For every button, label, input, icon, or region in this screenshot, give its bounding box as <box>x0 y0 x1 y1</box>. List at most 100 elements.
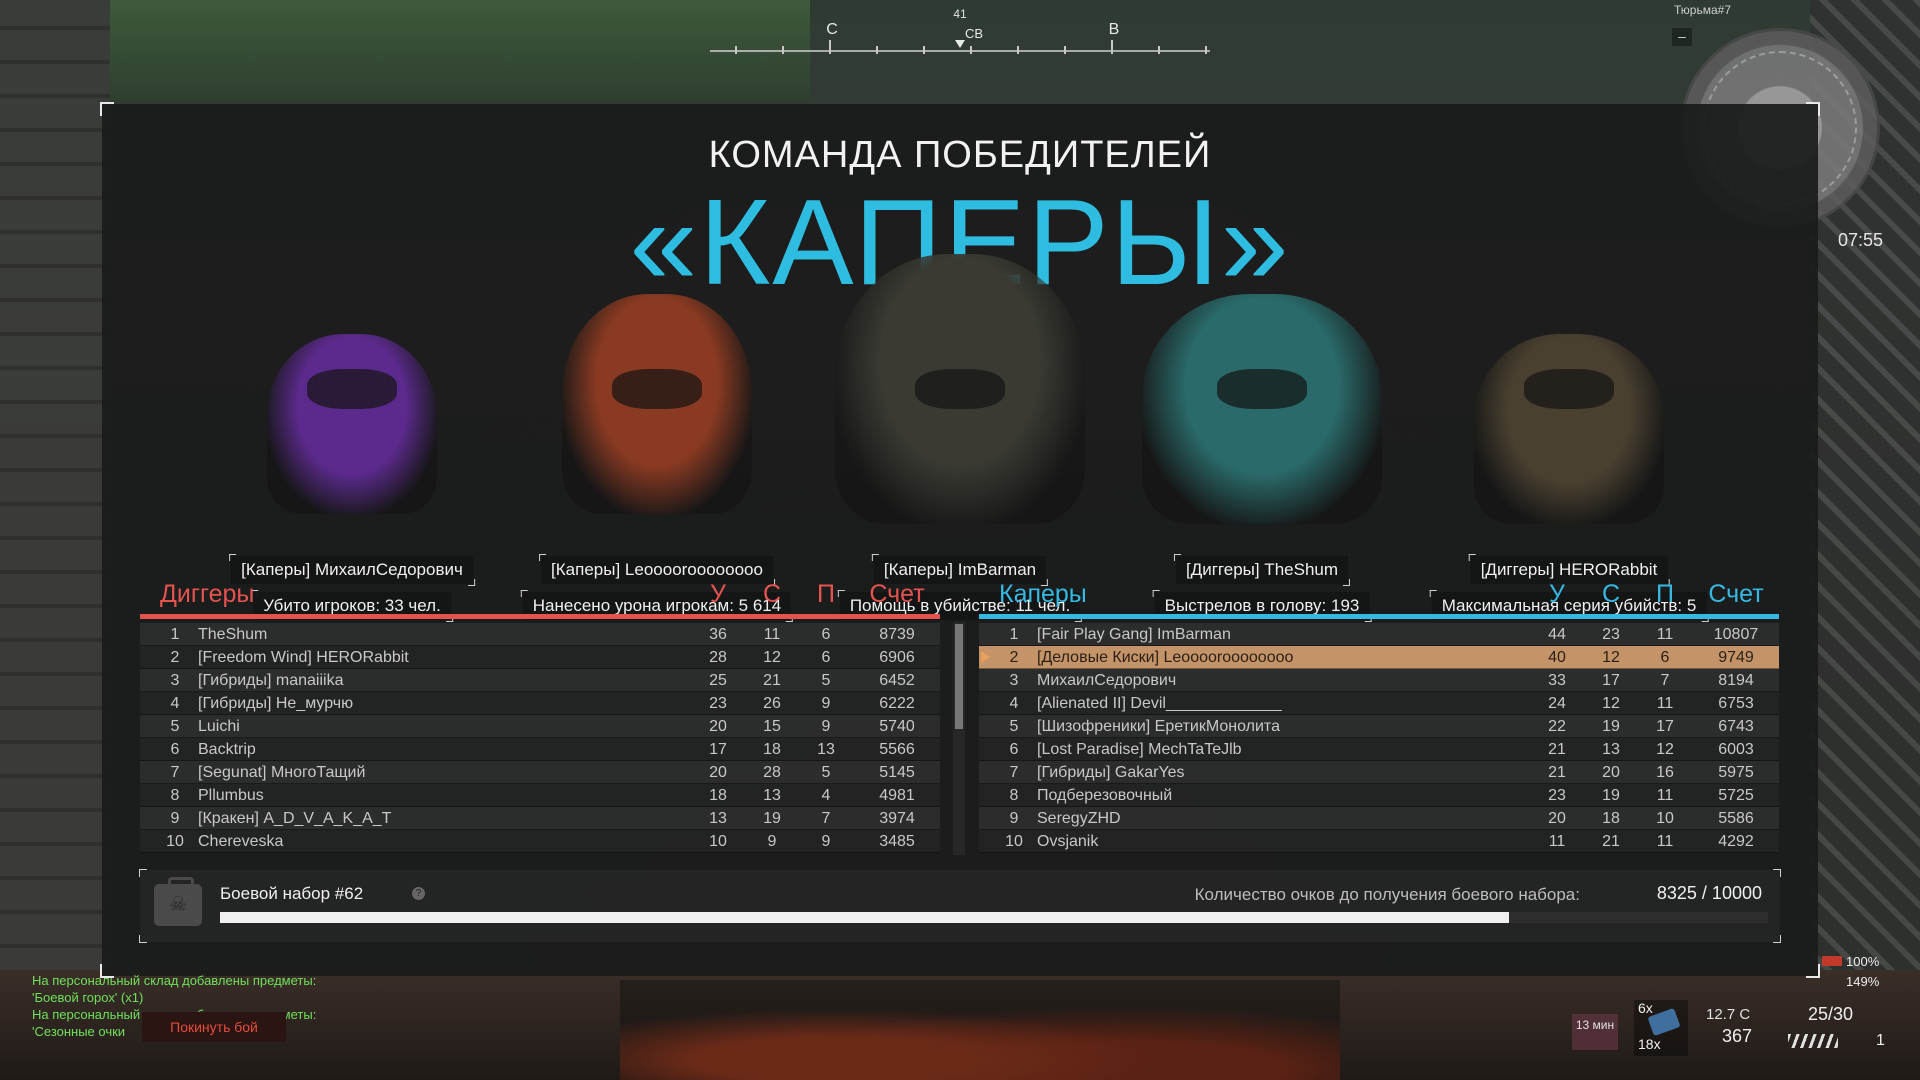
compass-tick <box>876 46 878 54</box>
table-row[interactable]: 8 Подберезовочный 23 19 11 5725 <box>979 784 1779 807</box>
row-score: 3974 <box>879 810 915 827</box>
compass-tick <box>782 46 784 54</box>
armor-value: 367 <box>1722 1026 1753 1046</box>
table-row[interactable]: 10 Ovsjanik 11 21 11 4292 <box>979 830 1779 853</box>
row-deaths: 12 <box>1602 695 1620 712</box>
row-score: 3485 <box>879 833 915 850</box>
row-deaths: 23 <box>1602 626 1620 643</box>
compass-label-n: С <box>826 21 838 38</box>
row-player-name: [Гибриды] manaiiika <box>198 672 344 689</box>
table-row[interactable]: 5 [Шизофреники] ЕретикМонолита 22 19 17 6743 <box>979 715 1779 738</box>
row-assists: 11 <box>1656 787 1674 804</box>
table-row[interactable]: 9 SeregyZHD 20 18 10 5586 <box>979 807 1779 830</box>
row-assists: 16 <box>1656 764 1674 781</box>
time-remaining: 13 мин <box>1572 1014 1618 1050</box>
health-bar <box>1822 956 1842 966</box>
row-deaths: 13 <box>1602 741 1620 758</box>
row-player-name: [Fair Play Gang] ImBarman <box>1037 626 1231 643</box>
chat-line: На персональный склад добавлены предметы… <box>32 973 317 988</box>
row-assists: 4 <box>821 787 831 804</box>
compass-label-e: В <box>1108 21 1120 38</box>
row-kills: 44 <box>1548 626 1566 643</box>
leave-battle-button[interactable]: Покинуть бой <box>142 1012 286 1042</box>
row-assists: 5 <box>821 672 831 689</box>
row-deaths: 19 <box>1602 787 1620 804</box>
row-player-name: МихаилСедорович <box>1037 672 1177 689</box>
row-player-name: [Alienated II] Devil_____________ <box>1037 695 1282 712</box>
current-player-marker-icon <box>981 651 990 663</box>
grenade-slot: 6x 18x <box>1634 1000 1688 1056</box>
row-kills: 13 <box>709 810 727 827</box>
grenade-count: 18x <box>1638 1036 1661 1052</box>
table-row[interactable]: 2 [Freedom Wind] HERORabbit 28 12 6 6906 <box>140 646 940 669</box>
row-kills: 23 <box>709 695 727 712</box>
table-row[interactable]: 4 [Гибриды] Не_мурчю 23 26 9 6222 <box>140 692 940 715</box>
table-row[interactable]: 7 [Гибриды] GakarYes 21 20 16 5975 <box>979 761 1779 784</box>
row-assists: 11 <box>1656 695 1674 712</box>
row-kills: 20 <box>709 718 727 735</box>
table-row[interactable]: 1 [Fair Play Gang] ImBarman 44 23 11 10807 <box>979 623 1779 646</box>
grenade-multiplier: 6x <box>1638 1000 1653 1016</box>
row-assists: 7 <box>821 810 831 827</box>
row-player-name: [Гибриды] GakarYes <box>1037 764 1185 781</box>
row-player-name: [Деловые Киски] Leooooroooooooo <box>1037 649 1294 666</box>
row-deaths: 11 <box>763 626 781 643</box>
compass-tick <box>1205 46 1207 54</box>
row-score: 9749 <box>1718 649 1754 666</box>
row-score: 8739 <box>879 626 915 643</box>
table-row-current-player[interactable]: 2 [Деловые Киски] Leooooroooooooo 40 12 6 974… <box>979 646 1779 669</box>
table-row[interactable]: 9 [Кракен] A_D_V_A_K_A_T 13 19 7 3974 <box>140 807 940 830</box>
kit-corner <box>1773 935 1781 943</box>
scrollbar-thumb[interactable] <box>955 624 963 729</box>
row-kills: 21 <box>1548 764 1566 781</box>
table-row[interactable]: 7 [Segunat] МногоТащий 20 28 5 5145 <box>140 761 940 784</box>
table-scrollbar[interactable] <box>953 622 965 855</box>
table-row[interactable]: 1 TheShum 36 11 6 8739 <box>140 623 940 646</box>
help-icon[interactable]: ? <box>412 887 425 900</box>
row-kills: 10 <box>709 833 727 850</box>
row-rank: 2 <box>170 649 180 666</box>
compass-label-ne: СВ <box>964 26 984 41</box>
table-row[interactable]: 6 Backtrip 17 18 13 5566 <box>140 738 940 761</box>
compass: 41 С СВ В <box>710 4 1210 56</box>
player-avatar <box>1142 294 1382 524</box>
table-row[interactable]: 5 Luichi 20 15 9 5740 <box>140 715 940 738</box>
table-row[interactable]: 10 Chereveska 10 9 9 3485 <box>140 830 940 853</box>
row-assists: 12 <box>1656 741 1674 758</box>
table-row[interactable]: 3 [Гибриды] manaiiika 25 21 5 6452 <box>140 669 940 692</box>
table-row[interactable]: 3 МихаилСедорович 33 17 7 8194 <box>979 669 1779 692</box>
row-deaths: 18 <box>1602 810 1620 827</box>
row-player-name: TheShum <box>198 626 268 643</box>
compass-bar <box>710 50 1210 52</box>
row-deaths: 19 <box>1602 718 1620 735</box>
row-rank: 9 <box>1009 810 1019 827</box>
row-assists: 17 <box>1656 718 1674 735</box>
row-score: 6003 <box>1718 741 1754 758</box>
team-table-header: Диггеры У С П Счет <box>140 574 940 614</box>
reserve-magazines: 1 <box>1876 1032 1885 1049</box>
row-kills: 40 <box>1548 649 1566 666</box>
row-rank: 4 <box>170 695 180 712</box>
magazine-ammo: 25/30 <box>1808 1004 1854 1024</box>
row-deaths: 21 <box>1602 833 1620 850</box>
table-row[interactable]: 6 [Lost Paradise] MechTaTeJlb 21 13 12 6003 <box>979 738 1779 761</box>
row-kills: 17 <box>709 741 727 758</box>
minimap-zoom-out-button[interactable]: – <box>1672 28 1692 46</box>
team-name: Каперы <box>999 580 1087 608</box>
row-assists: 11 <box>1656 833 1674 850</box>
row-assists: 11 <box>1656 626 1674 643</box>
player-avatar <box>1474 334 1664 524</box>
row-score: 8194 <box>1718 672 1754 689</box>
kit-progress-fill <box>220 912 1509 923</box>
row-deaths: 13 <box>763 787 781 804</box>
row-deaths: 28 <box>763 764 781 781</box>
column-assists: П <box>1656 580 1674 608</box>
column-score: Счет <box>1708 580 1764 608</box>
row-player-name: Подберезовочный <box>1037 787 1173 804</box>
row-kills: 22 <box>1548 718 1566 735</box>
row-rank: 3 <box>1009 672 1019 689</box>
row-kills: 11 <box>1548 833 1566 850</box>
table-row[interactable]: 4 [Alienated II] Devil_____________ 24 12 11… <box>979 692 1779 715</box>
row-rank: 9 <box>170 810 180 827</box>
table-row[interactable]: 8 Pllumbus 18 13 4 4981 <box>140 784 940 807</box>
